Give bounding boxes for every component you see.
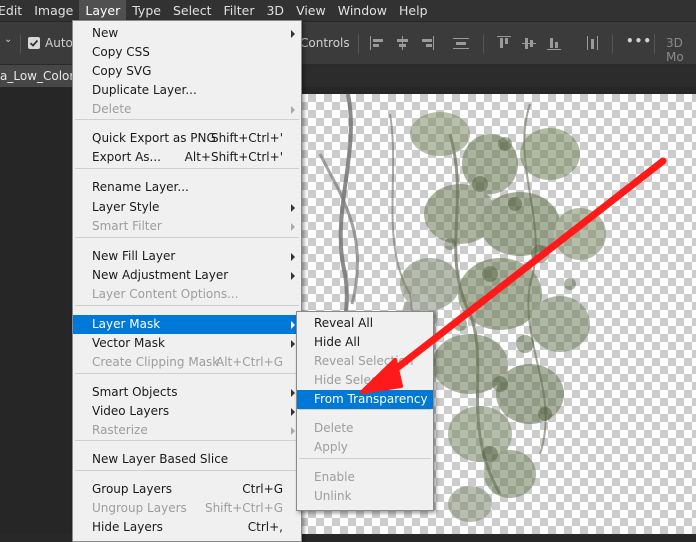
annotation-arrow-icon <box>360 157 667 394</box>
